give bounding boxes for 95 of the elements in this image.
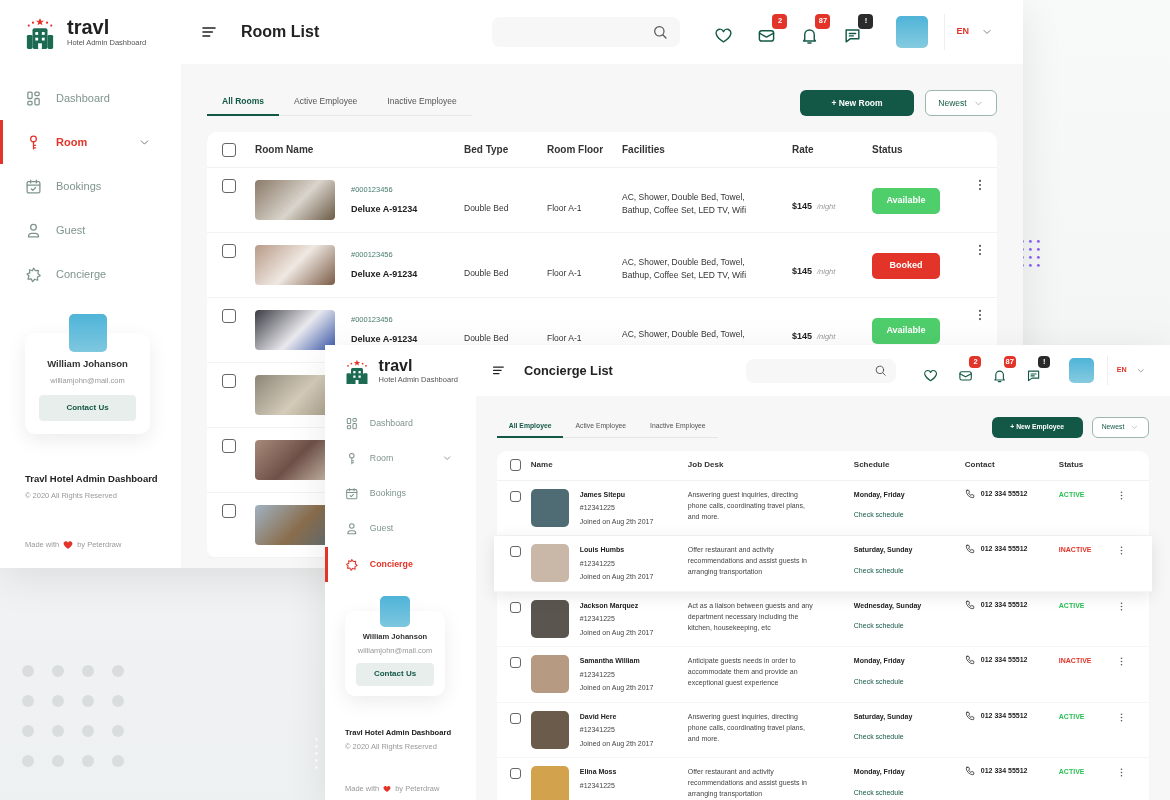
avatar-placeholder [530,655,569,694]
facilities-text: AC, Shower, Double Bed, Towel, [622,327,746,341]
checkbox[interactable] [222,309,236,323]
brand-name: travl [378,357,414,374]
room-rate: $145 [792,265,813,279]
sort-dropdown[interactable]: Newest [925,90,997,116]
bell-icon[interactable] [991,368,1008,384]
checkbox[interactable] [509,657,521,669]
avatar-placeholder [530,710,569,749]
column-header: Schedule [853,459,891,472]
sidebar-item[interactable]: Bookings [325,476,476,512]
checkbox[interactable] [509,601,521,613]
column-header: Job Desk [687,459,725,472]
avatar-placeholder [379,596,411,627]
checkbox[interactable] [222,439,236,453]
phone-icon [964,488,975,499]
room-floor: Floor A-1 [547,331,583,345]
sidebar-item[interactable]: Room [325,441,476,477]
bed-type: Double Bed [464,201,510,215]
column-header: Room Name [255,143,315,157]
brand-name: travl [67,17,111,38]
room-floor: Floor A-1 [547,201,583,215]
column-header: Facilities [622,143,666,157]
tab[interactable]: All Rooms [207,93,280,116]
status-badge[interactable]: Booked [872,252,940,279]
avatar-placeholder [530,599,569,638]
chevron-down-icon [1130,423,1140,432]
profile-name: William Johanson [47,357,128,371]
sidebar-item[interactable]: Room [0,120,181,164]
user-icon [345,521,359,537]
checkbox[interactable] [509,490,521,502]
column-header: Contact [964,459,996,472]
facilities-text: AC, Shower, Double Bed, Towel, Bathup, Coffee Set, LED TV, Wifi [622,256,748,282]
room-floor: Floor A-1 [547,266,583,280]
checkbox[interactable] [509,712,521,724]
column-header: Rate [792,143,815,157]
heart-icon [383,784,392,793]
add-button[interactable]: + New Room [800,90,914,116]
page-title: Concierge List [524,362,613,380]
checkbox[interactable] [509,459,521,471]
hotel-logo-icon [345,358,369,385]
chat-icon[interactable] [1026,368,1042,384]
phone-icon [964,655,975,666]
contact-button[interactable]: Contact Us [356,662,434,686]
column-header: Bed Type [464,143,510,157]
column-header: Name [530,459,554,472]
puzzle-icon [25,264,42,284]
mail-icon[interactable] [957,368,973,384]
checkbox[interactable] [222,504,236,518]
checkbox[interactable] [222,179,236,193]
avatar-placeholder [530,766,569,800]
menu-icon[interactable] [201,24,217,40]
puzzle-icon [345,556,359,572]
footer-title: Travl Hotel Admin Dashboard [25,471,159,486]
column-header: Room Floor [547,143,605,157]
bed-type: Double Bed [464,266,510,280]
search-icon[interactable] [873,364,887,377]
tab[interactable]: Inactive Employee [372,93,472,116]
phone-icon [964,599,975,610]
language-selector[interactable]: EN [956,25,993,39]
search-field[interactable] [492,17,681,47]
search-field[interactable] [745,358,896,383]
room-rate: $145 [792,330,813,344]
contact-button[interactable]: Contact Us [39,394,136,421]
dashboard-icon [25,88,42,108]
checkbox[interactable] [509,546,521,558]
checkbox[interactable] [509,768,521,780]
checkbox[interactable] [222,374,236,388]
heart-icon[interactable] [923,368,939,384]
calendar-icon [345,486,359,502]
checkbox[interactable] [222,244,236,258]
search-icon[interactable] [652,24,669,40]
avatar-placeholder [530,488,569,527]
bed-type: Double Bed [464,331,510,345]
column-header: Status [872,143,904,157]
phone-icon [964,544,975,555]
checkbox[interactable] [222,142,236,157]
heart-icon [63,539,74,550]
sidebar-item[interactable]: Concierge [325,546,476,582]
menu-icon[interactable] [492,364,505,377]
room-name: Deluxe A-91234 [351,267,419,281]
phone-icon [964,710,975,721]
avatar-placeholder [68,314,107,352]
page-title: Room List [241,22,320,42]
sidebar-item[interactable]: Dashboard [325,405,476,441]
room-rate: $145 [792,200,813,214]
tab[interactable]: Active Employee [279,93,373,116]
facilities-text: AC, Shower, Double Bed, Towel, Bathup, Coffee Set, LED TV, Wifi [622,191,748,217]
room-name: Deluxe A-91234 [351,332,419,346]
phone-icon [964,766,975,777]
dashboard-icon [345,415,359,431]
room-name: Deluxe A-91234 [351,202,419,216]
hotel-logo-icon [25,17,55,49]
column-header: Status [1058,459,1085,472]
avatar-placeholder [530,544,569,583]
